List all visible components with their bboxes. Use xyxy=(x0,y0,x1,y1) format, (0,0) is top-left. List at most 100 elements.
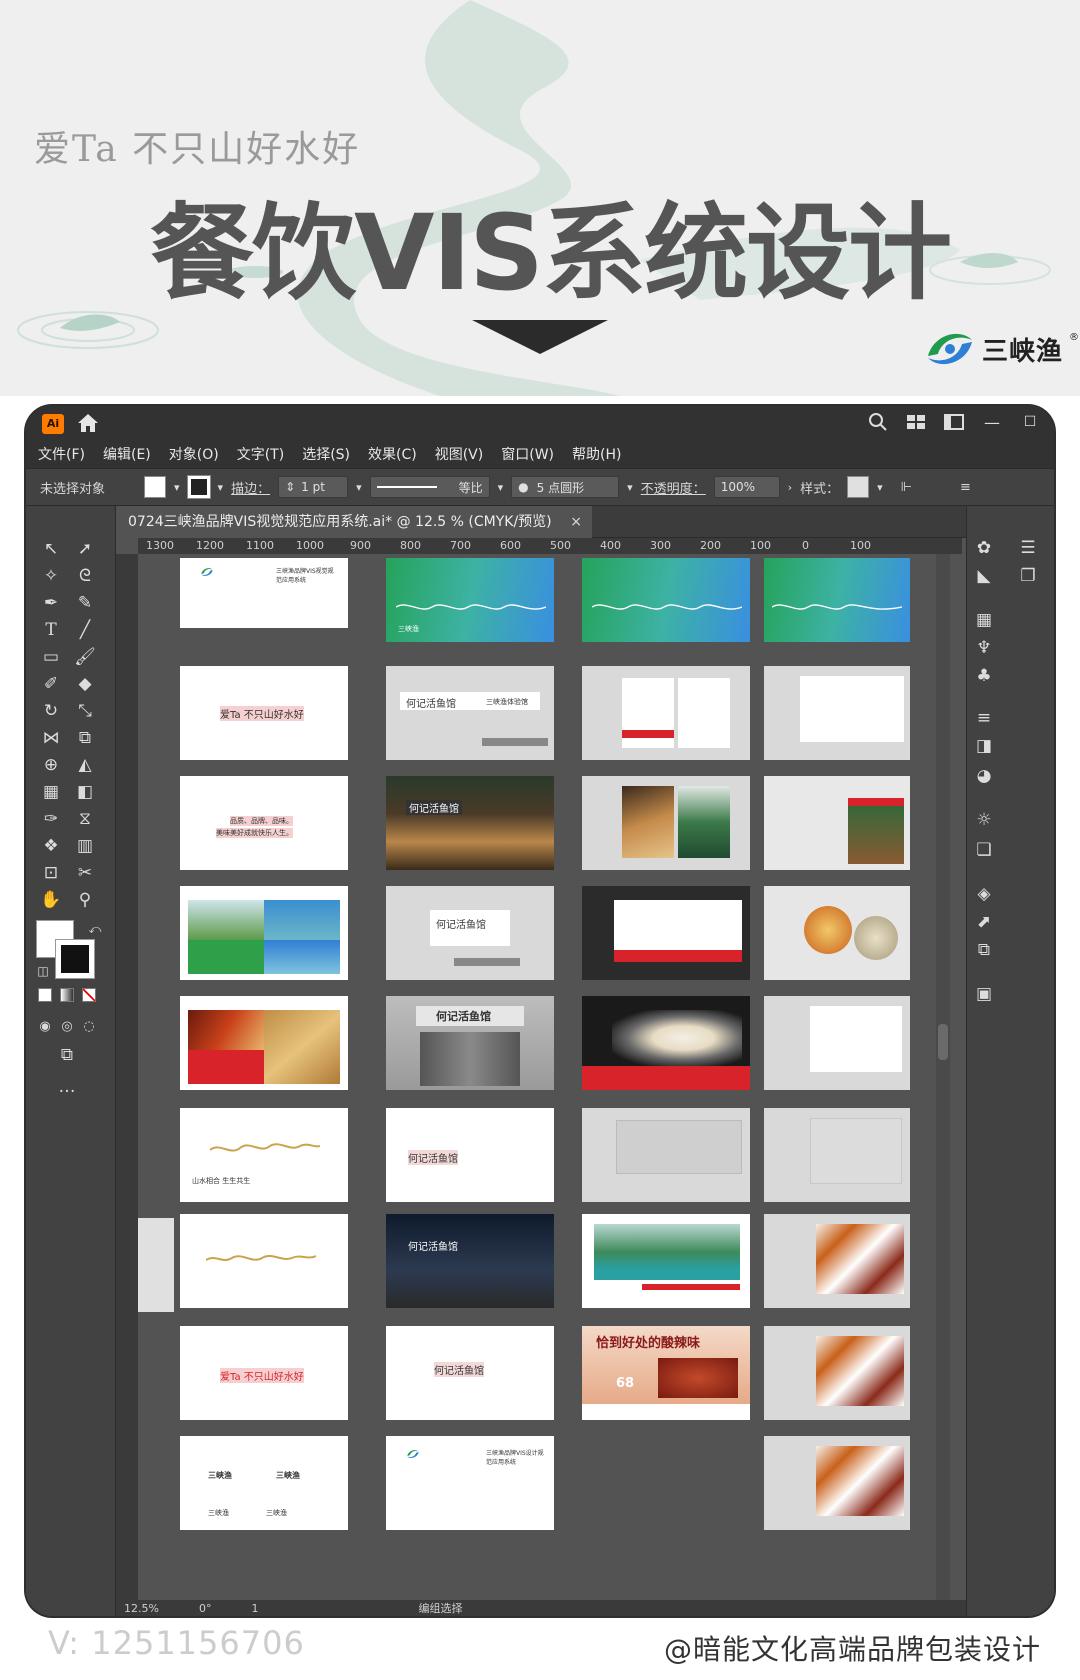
color-mode-white[interactable] xyxy=(38,988,52,1002)
default-colors-icon[interactable]: ◫ xyxy=(28,958,58,984)
artboard-placeholder-1[interactable] xyxy=(764,996,910,1090)
rectangle-tool-icon[interactable]: ▭ xyxy=(36,644,66,670)
artboard-store-sign[interactable]: 何记活鱼馆 三峡渔体验馆 xyxy=(386,666,554,760)
menu-window[interactable]: 窗口(W) xyxy=(499,442,556,466)
perspective-grid-icon[interactable]: ◭ xyxy=(70,752,100,778)
line-tool-icon[interactable]: ╱ xyxy=(70,617,100,643)
menu-effect[interactable]: 效果(C) xyxy=(366,442,419,466)
chevron-down-icon[interactable]: ▾ xyxy=(627,481,633,494)
artboard-gradient-cover-3[interactable] xyxy=(764,558,910,642)
color-mode-gradient[interactable] xyxy=(60,988,74,1002)
artboard-store-sign-2[interactable]: 何记活鱼馆 xyxy=(386,886,554,980)
magic-wand-icon[interactable]: ✧ xyxy=(36,563,66,589)
type-tool-icon[interactable]: T xyxy=(36,617,66,643)
draw-inside-icon[interactable]: ◌ xyxy=(74,1014,104,1040)
artboard-menu-spread[interactable] xyxy=(582,666,750,760)
artboard-menu-1[interactable] xyxy=(764,1214,910,1308)
color-mode-none[interactable] xyxy=(82,988,96,1002)
eraser-icon[interactable]: ◆ xyxy=(70,671,100,697)
mesh-tool-icon[interactable]: ▦ xyxy=(36,779,66,805)
brushes-icon[interactable]: ♆ xyxy=(971,636,997,660)
scroll-thumb[interactable] xyxy=(938,1024,948,1060)
vertical-scrollbar[interactable] xyxy=(936,554,950,1600)
artboard-poster-placeholder[interactable] xyxy=(582,1108,750,1202)
artboard-graphic-element[interactable]: 山水相合 生生共生 xyxy=(180,1108,348,1202)
stroke-weight-field[interactable]: ⇕ 1 pt xyxy=(278,476,349,498)
layers-icon[interactable]: ◈ xyxy=(971,882,997,906)
artboard-placeholder-2[interactable] xyxy=(764,1108,910,1202)
stroke-label[interactable]: 描边： xyxy=(231,478,270,497)
menu-type[interactable]: 文字(T) xyxy=(235,442,286,466)
artboard-menu-3[interactable] xyxy=(764,1436,910,1530)
artboard-promo-poster[interactable]: 恰到好处的酸辣味 68 xyxy=(582,1326,750,1420)
blend-tool-icon[interactable]: ⧖ xyxy=(70,806,100,832)
shaper-tool-icon[interactable]: ✐ xyxy=(36,671,66,697)
layers-panel-icon[interactable]: ❐ xyxy=(1015,564,1041,588)
artboard-photo-spread[interactable] xyxy=(582,776,750,870)
gradient-tool-icon[interactable]: ◧ xyxy=(70,779,100,805)
artboard-food-colors[interactable] xyxy=(180,996,348,1090)
artboard-back-cover[interactable]: 三峡渔品牌VIS设计规范应用系统 xyxy=(386,1436,554,1530)
artboard-graphic-element-2[interactable] xyxy=(180,1214,348,1308)
maximize-icon[interactable]: ☐ xyxy=(1020,414,1040,430)
artboard-dark-banner[interactable] xyxy=(582,886,750,980)
minimize-icon[interactable]: — xyxy=(982,413,1002,432)
symbol-sprayer-icon[interactable]: ❖ xyxy=(36,833,66,859)
gradient-panel-icon[interactable]: ◣ xyxy=(971,564,997,588)
width-tool-icon[interactable]: ⋈ xyxy=(36,725,66,751)
gradient-swatch-icon[interactable]: ◨ xyxy=(971,734,997,758)
chevron-right-icon[interactable]: › xyxy=(788,481,792,494)
pen-tool-icon[interactable]: ✒ xyxy=(36,590,66,616)
graph-tool-icon[interactable]: ▥ xyxy=(70,833,100,859)
artboard-storefront-photo[interactable]: 何记活鱼馆 xyxy=(386,776,554,870)
chevron-down-icon[interactable]: ▾ xyxy=(218,481,224,494)
paintbrush-icon[interactable]: 🖌 xyxy=(70,644,100,670)
search-icon[interactable] xyxy=(868,412,888,432)
opacity-field[interactable]: 100% xyxy=(713,476,780,498)
swap-colors-icon[interactable]: ⤺ xyxy=(80,916,110,942)
variable-width-profile[interactable]: 等比 xyxy=(369,476,490,498)
close-icon[interactable]: × xyxy=(570,506,582,538)
artboard-cover[interactable]: 三峡渔品牌VIS视觉规范应用系统 xyxy=(180,558,348,628)
artboard-fish-dish[interactable] xyxy=(582,996,750,1090)
artboard-brand-values[interactable]: 品质、品牌、品味。 美味美好成就快乐人生。 xyxy=(180,776,348,870)
rotate-tool-icon[interactable]: ↻ xyxy=(36,698,66,724)
stroke-color-swatch[interactable] xyxy=(55,939,95,979)
hand-tool-icon[interactable]: ✋ xyxy=(36,887,66,913)
eyedropper-icon[interactable]: ✑ xyxy=(36,806,66,832)
artboard-gradient-cover-2[interactable] xyxy=(582,558,750,642)
curvature-tool-icon[interactable]: ✎ xyxy=(70,590,100,616)
chevron-down-icon[interactable]: ▾ xyxy=(498,481,504,494)
transparency-icon[interactable]: ◕ xyxy=(971,764,997,788)
stroke-swatch[interactable] xyxy=(186,475,211,499)
direct-selection-tool-icon[interactable]: ➚ xyxy=(70,536,100,562)
artboard-dish-spread[interactable] xyxy=(764,886,910,980)
selection-tool-icon[interactable]: ↖ xyxy=(36,536,66,562)
brush-definition[interactable]: ● 5 点圆形 xyxy=(511,476,620,498)
artboard-store-interior[interactable] xyxy=(764,776,910,870)
artboard-landscape-colors[interactable] xyxy=(180,886,348,980)
lasso-icon[interactable]: ᘓ xyxy=(70,563,100,589)
opacity-label[interactable]: 不透明度： xyxy=(641,478,706,497)
artboard-slogan-red[interactable]: 爱Ta 不只山好水好 xyxy=(180,1326,348,1420)
shape-builder-icon[interactable]: ⊕ xyxy=(36,752,66,778)
artboard-store-sign-4[interactable]: 何记活鱼馆 xyxy=(386,1326,554,1420)
screen-mode-icon[interactable]: ⧉ xyxy=(52,1042,82,1068)
artboard-tool-icon[interactable]: ⊡ xyxy=(36,860,66,886)
workspace-icon[interactable] xyxy=(944,414,964,430)
menu-view[interactable]: 视图(V) xyxy=(433,442,486,466)
artboards-icon[interactable]: ⬈ xyxy=(971,910,997,934)
zoom-level[interactable]: 12.5% xyxy=(124,1602,159,1615)
menu-file[interactable]: 文件(F) xyxy=(36,442,87,466)
comments-icon[interactable]: ▣ xyxy=(971,982,997,1006)
canvas[interactable]: 三峡渔品牌VIS视觉规范应用系统 爱Ta 不只山好水好 品质、品牌、品味。 美味… xyxy=(138,554,950,1600)
document-tab[interactable]: 0724三峡渔品牌VIS视觉规范应用系统.ai* @ 12.5 % (CMYK/… xyxy=(116,506,592,538)
stepper-icon[interactable]: ⇕ xyxy=(285,480,295,494)
artboard-store-sign-3[interactable]: 何记活鱼馆 xyxy=(386,1108,554,1202)
graphic-styles-icon[interactable]: ❏ xyxy=(971,838,997,862)
artboard-logo-variants[interactable]: 三峡渔 三峡渔 三峡渔 三峡渔 xyxy=(180,1436,348,1530)
menu-select[interactable]: 选择(S) xyxy=(300,442,352,466)
properties-icon[interactable]: ☰ xyxy=(1015,536,1041,560)
artboard-menu-2[interactable] xyxy=(764,1326,910,1420)
libraries-icon[interactable]: ✿ xyxy=(971,536,997,560)
